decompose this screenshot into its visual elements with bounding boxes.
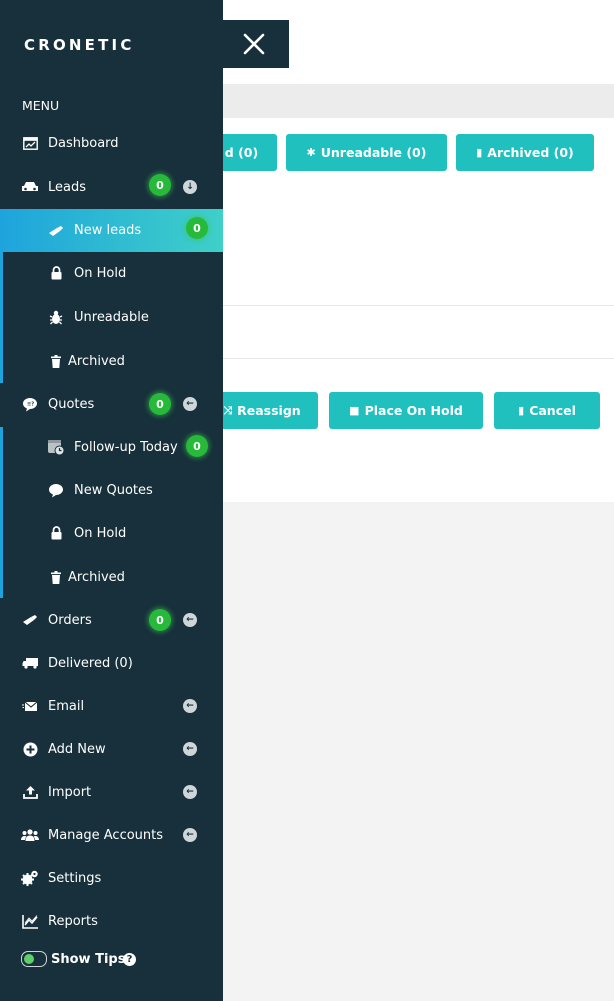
action-button-label: Cancel xyxy=(529,403,576,418)
sidebar-item-quotes-archived[interactable]: Archived xyxy=(0,557,223,597)
sidebar-item-email[interactable]: Email ← xyxy=(0,686,223,726)
action-button-label: Reassign xyxy=(237,403,301,418)
menu-heading: MENU xyxy=(22,98,60,113)
chevron-left-icon[interactable]: ← xyxy=(183,397,197,411)
trash-icon: ▮ xyxy=(518,404,525,417)
chevron-left-icon[interactable]: ← xyxy=(183,828,197,842)
chevron-left-icon[interactable]: ← xyxy=(183,785,197,799)
trash-icon: ▮ xyxy=(476,146,483,159)
users-icon xyxy=(21,826,39,844)
lock-icon xyxy=(47,524,65,542)
help-icon[interactable]: ? xyxy=(123,953,136,966)
sidebar-item-archived[interactable]: Archived xyxy=(0,341,223,381)
sidebar-item-label: Email xyxy=(48,698,85,714)
car-icon xyxy=(21,178,39,196)
bug-icon: ✱ xyxy=(306,146,316,159)
lock-icon: ■ xyxy=(349,404,360,417)
show-tips-label: Show Tips xyxy=(51,952,126,967)
leads-count-badge: 0 xyxy=(149,174,171,196)
sidebar-item-label: Orders xyxy=(48,612,92,628)
filter-button-label: Unreadable (0) xyxy=(320,145,427,160)
svg-text:≡?: ≡? xyxy=(27,401,34,407)
sidebar-item-label: On Hold xyxy=(74,525,127,541)
sidebar-item-on-hold[interactable]: On Hold xyxy=(0,253,223,293)
truck-loading-icon xyxy=(47,222,65,240)
bug-icon xyxy=(47,308,65,326)
chevron-left-icon[interactable]: ← xyxy=(183,742,197,756)
sidebar-item-label: New leads xyxy=(74,223,142,238)
sidebar-item-delivered[interactable]: Delivered (0) xyxy=(0,643,223,683)
sidebar-item-label: Import xyxy=(48,784,92,800)
trash-icon xyxy=(47,352,65,370)
upload-icon xyxy=(21,783,39,801)
chevron-left-icon[interactable]: ← xyxy=(183,613,197,627)
follow-up-count-badge: 0 xyxy=(186,435,208,457)
sidebar-item-label: Unreadable xyxy=(74,309,149,325)
email-icon xyxy=(21,697,39,715)
sidebar-item-label: Delivered (0) xyxy=(48,655,133,671)
sidebar: CRONETIC MENU Dashboard Leads 0 ↓ New le… xyxy=(0,0,223,1001)
filter-button-label: Archived (0) xyxy=(487,145,574,160)
sidebar-item-label: Reports xyxy=(48,913,98,929)
truck-icon xyxy=(21,654,39,672)
sidebar-item-leads[interactable]: Leads 0 ↓ xyxy=(0,167,223,207)
toggle-knob xyxy=(24,954,34,964)
sidebar-item-quotes-on-hold[interactable]: On Hold xyxy=(0,513,223,553)
dashboard-icon xyxy=(21,134,39,152)
sidebar-item-new-leads[interactable]: New leads 0 xyxy=(0,209,223,252)
quote-bubble-icon xyxy=(47,481,65,499)
sidebar-item-dashboard[interactable]: Dashboard xyxy=(0,123,223,163)
orders-count-badge: 0 xyxy=(149,609,171,631)
sidebar-item-new-quotes[interactable]: New Quotes xyxy=(0,470,223,510)
sidebar-item-label: Settings xyxy=(48,870,102,886)
archived-filter-button[interactable]: ▮ Archived (0) xyxy=(456,134,594,171)
sidebar-item-label: Manage Accounts xyxy=(48,827,164,843)
sidebar-item-settings[interactable]: Settings xyxy=(0,858,223,898)
sidebar-item-unreadable[interactable]: Unreadable xyxy=(0,297,223,337)
sidebar-item-label: On Hold xyxy=(74,265,127,281)
chevron-down-icon[interactable]: ↓ xyxy=(183,180,197,194)
sidebar-item-label: Leads xyxy=(48,179,87,195)
gears-icon xyxy=(21,869,39,887)
trash-icon xyxy=(47,568,65,586)
sidebar-item-label: Archived xyxy=(68,569,125,585)
cancel-button[interactable]: ▮ Cancel xyxy=(494,392,600,429)
sidebar-item-label: Dashboard xyxy=(48,135,119,151)
sidebar-item-label: Follow-up Today xyxy=(74,439,178,455)
sidebar-item-label: Quotes xyxy=(48,396,95,412)
sidebar-item-label: New Quotes xyxy=(74,482,153,498)
shuffle-icon: ⤨ xyxy=(223,403,233,417)
truck-loading-icon xyxy=(21,611,39,629)
close-menu-button[interactable] xyxy=(218,20,289,68)
sidebar-item-label: Archived xyxy=(68,353,125,369)
sidebar-item-reports[interactable]: Reports xyxy=(0,901,223,941)
calendar-clock-icon xyxy=(47,438,65,456)
sidebar-item-label: Add New xyxy=(48,741,106,757)
sidebar-item-follow-up-today[interactable]: Follow-up Today 0 xyxy=(0,427,223,467)
filter-button-label: d (0) xyxy=(224,145,259,160)
unreadable-filter-button[interactable]: ✱ Unreadable (0) xyxy=(286,134,447,171)
sidebar-item-quotes[interactable]: ≡? Quotes 0 ← xyxy=(0,384,223,424)
sidebar-item-manage-accounts[interactable]: Manage Accounts ← xyxy=(0,815,223,855)
sidebar-item-import[interactable]: Import ← xyxy=(0,772,223,812)
close-icon xyxy=(243,33,264,55)
line-chart-icon xyxy=(21,912,39,930)
quote-bubble-icon: ≡? xyxy=(21,395,39,413)
place-on-hold-button[interactable]: ■ Place On Hold xyxy=(329,392,483,429)
plus-circle-icon xyxy=(21,740,39,758)
sidebar-item-orders[interactable]: Orders 0 ← xyxy=(0,600,223,640)
action-button-label: Place On Hold xyxy=(364,403,463,418)
quotes-count-badge: 0 xyxy=(149,393,171,415)
show-tips-toggle[interactable] xyxy=(21,951,47,967)
sidebar-item-add-new[interactable]: Add New ← xyxy=(0,729,223,769)
lock-icon xyxy=(47,264,65,282)
new-leads-count-badge: 0 xyxy=(186,217,208,239)
brand-logo: CRONETIC xyxy=(24,36,135,54)
chevron-left-icon[interactable]: ← xyxy=(183,699,197,713)
